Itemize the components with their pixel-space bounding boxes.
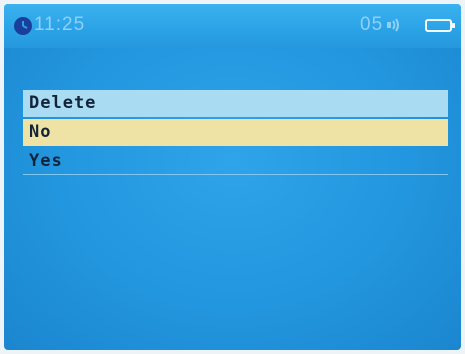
volume-icon xyxy=(387,18,401,37)
status-time: 11:25 xyxy=(34,14,86,35)
menu-option-no[interactable]: No xyxy=(23,119,448,146)
menu-title: Delete xyxy=(23,90,448,117)
status-bar: 11:25 05 xyxy=(4,4,461,48)
player-screen: 11:25 05 Delete No Yes xyxy=(4,4,461,350)
track-number: 05 xyxy=(360,14,384,35)
delete-menu: Delete No Yes xyxy=(23,90,448,177)
menu-option-yes[interactable]: Yes xyxy=(23,148,448,175)
battery-icon xyxy=(425,19,455,32)
clock-icon xyxy=(14,17,32,35)
